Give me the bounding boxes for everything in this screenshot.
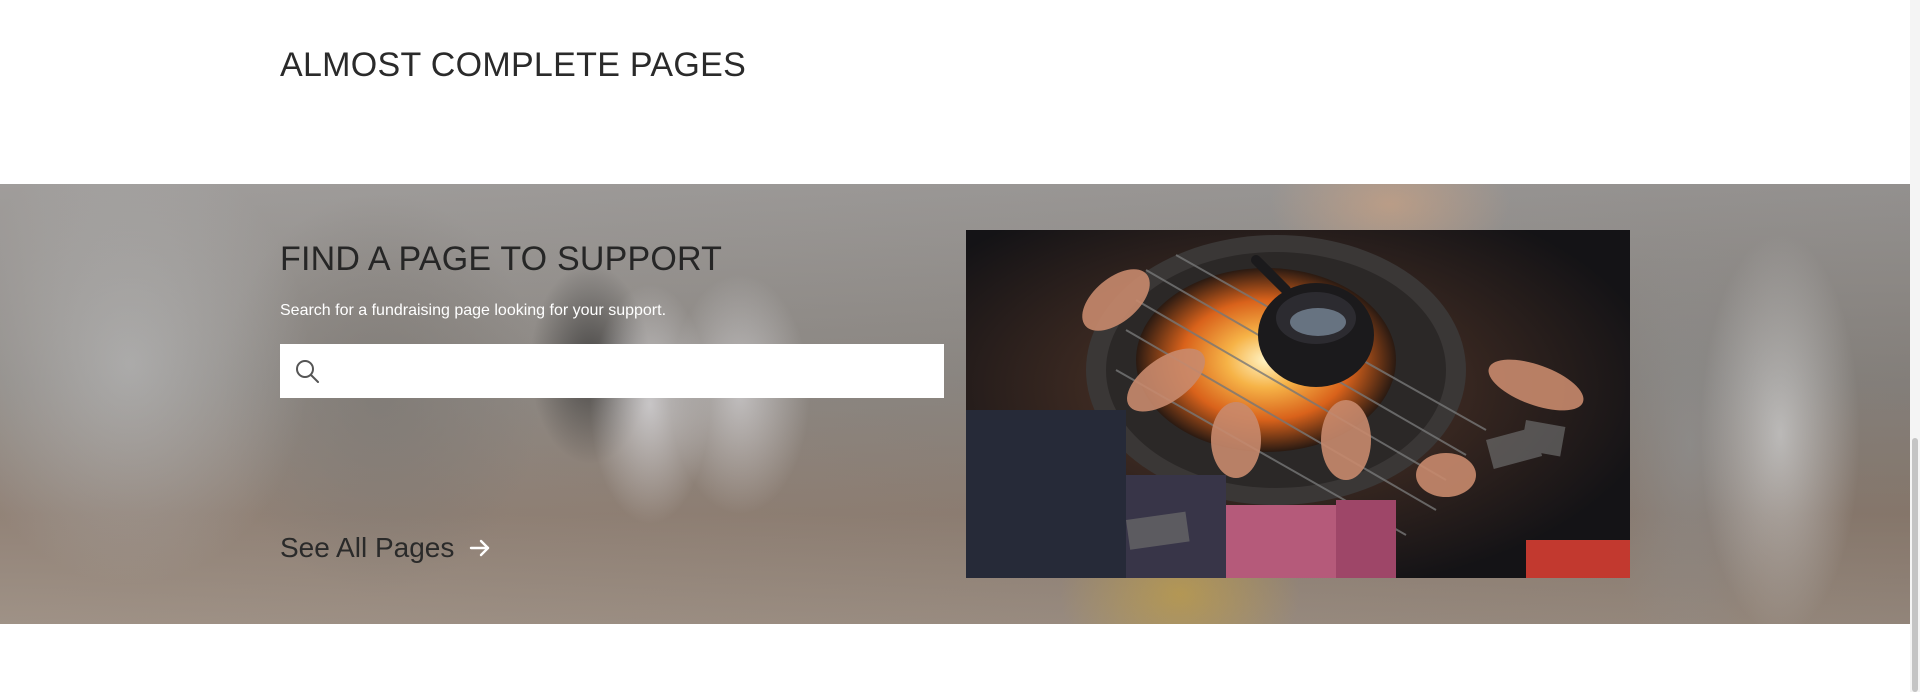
arrow-right-icon xyxy=(468,536,492,560)
find-page-hero: FIND A PAGE TO SUPPORT Search for a fund… xyxy=(0,184,1910,624)
section-title: ALMOST COMPLETE PAGES xyxy=(280,46,747,84)
page: ALMOST COMPLETE PAGES FIND A PAGE TO SUP… xyxy=(0,0,1920,692)
search-icon[interactable] xyxy=(280,344,334,398)
search-box[interactable] xyxy=(280,344,944,398)
see-all-pages-link[interactable]: See All Pages xyxy=(280,532,492,564)
hero-subtext: Search for a fundraising page looking fo… xyxy=(280,302,667,319)
search-input[interactable] xyxy=(334,344,944,398)
scrollbar-thumb[interactable] xyxy=(1912,438,1918,692)
hero-heading: FIND A PAGE TO SUPPORT xyxy=(280,240,723,278)
page-scrollbar[interactable] xyxy=(1910,0,1920,692)
see-all-pages-label: See All Pages xyxy=(280,532,455,563)
featured-photo xyxy=(966,230,1630,578)
